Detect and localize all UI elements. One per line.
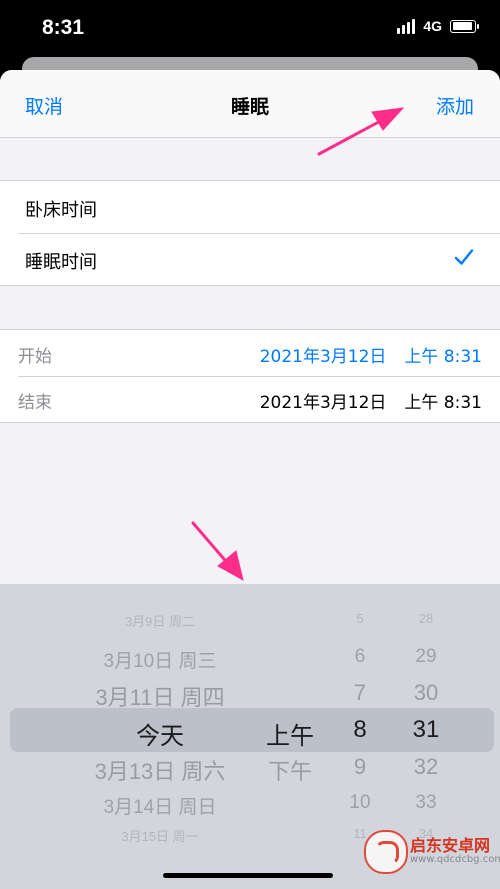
picker-hour-item[interactable]: 8 — [332, 716, 388, 744]
battery-icon — [450, 19, 479, 33]
watermark: 启东安卓网 www.qdcdcbg.com — [360, 824, 500, 889]
picker-minute-item[interactable]: 33 — [398, 792, 454, 814]
picker-day-item[interactable]: 3月14日 周日 — [60, 792, 260, 819]
picker-minute-item[interactable]: 31 — [398, 716, 454, 744]
end-date-row[interactable]: 结束 2021年3月12日 上午 8:31 — [0, 376, 500, 422]
signal-icon — [397, 18, 416, 34]
category-label: 睡眠时间 — [25, 252, 97, 273]
picker-hour-item[interactable]: 7 — [332, 680, 388, 706]
picker-hour-item[interactable]: 6 — [332, 646, 388, 668]
picker-day-item[interactable]: 3月15日 周一 — [60, 826, 260, 845]
checkmark-icon — [454, 249, 474, 265]
nav-bar: 取消 睡眠 添加 — [0, 70, 500, 138]
watermark-logo-icon — [364, 830, 408, 874]
picker-minute-item[interactable]: 29 — [398, 646, 454, 668]
picker-hour-item[interactable]: 9 — [332, 754, 388, 780]
end-label: 结束 — [18, 393, 52, 413]
category-label: 卧床时间 — [25, 200, 97, 221]
sleep-sheet: 取消 睡眠 添加 卧床时间 睡眠时间 开始 2021年3月12日 上午 8:31 … — [0, 70, 500, 889]
watermark-url: www.qdcdcbg.com — [410, 854, 500, 865]
picker-hour-item[interactable]: 10 — [332, 792, 388, 814]
picker-ampm-item[interactable]: 下午 — [250, 754, 330, 786]
end-date: 2021年3月12日 — [259, 393, 387, 413]
network-type: 4G — [423, 18, 442, 34]
start-value[interactable]: 2021年3月12日 上午 8:31 — [260, 342, 482, 367]
add-button[interactable]: 添加 — [436, 92, 474, 119]
page-title: 睡眠 — [230, 96, 269, 118]
start-date: 2021年3月12日 — [259, 347, 387, 367]
picker-day-item[interactable]: 3月9日 周二 — [60, 611, 260, 630]
picker-day-item[interactable]: 3月13日 周六 — [60, 754, 260, 786]
watermark-name: 启东安卓网 — [410, 836, 491, 855]
picker-minute-item[interactable]: 32 — [398, 754, 454, 780]
status-time: 8:31 — [42, 16, 85, 39]
end-time: 上午 8:31 — [404, 393, 482, 413]
picker-minute-item[interactable]: 30 — [398, 680, 454, 706]
picker-day-item[interactable]: 3月11日 周四 — [60, 680, 260, 712]
date-list: 开始 2021年3月12日 上午 8:31 结束 2021年3月12日 上午 8:3… — [0, 329, 500, 423]
picker-minute-item[interactable]: 28 — [398, 611, 454, 626]
start-time: 上午 8:31 — [404, 347, 482, 367]
category-option-asleep[interactable]: 睡眠时间 — [0, 233, 500, 285]
end-value[interactable]: 2021年3月12日 上午 8:31 — [260, 388, 482, 413]
category-list: 卧床时间 睡眠时间 — [0, 180, 500, 286]
home-indicator — [163, 873, 333, 878]
start-date-row[interactable]: 开始 2021年3月12日 上午 8:31 — [0, 330, 500, 376]
category-option-in-bed[interactable]: 卧床时间 — [0, 181, 500, 233]
picker-ampm-item[interactable]: 上午 — [250, 716, 330, 751]
picker-hour-item[interactable]: 5 — [332, 611, 388, 626]
status-indicators: 4G — [397, 18, 479, 34]
start-label: 开始 — [18, 347, 52, 367]
status-bar: 8:31 4G — [0, 0, 500, 62]
picker-day-item[interactable]: 今天 — [60, 716, 260, 751]
picker-day-item[interactable]: 3月10日 周三 — [60, 646, 260, 673]
